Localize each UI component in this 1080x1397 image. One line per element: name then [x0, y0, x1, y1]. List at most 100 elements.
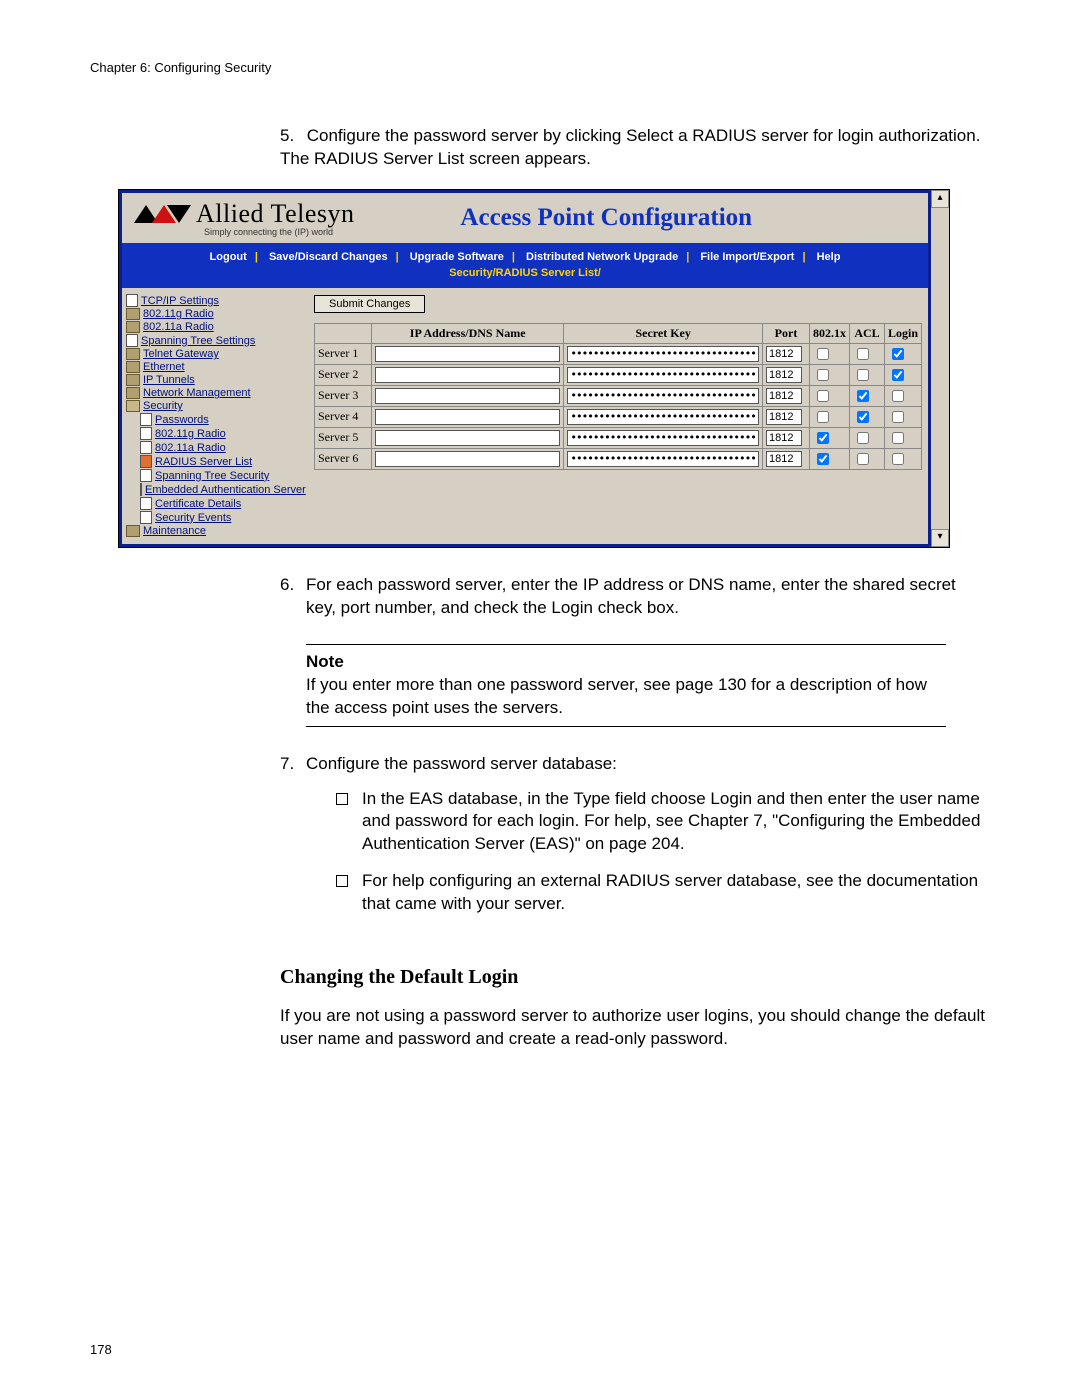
nav-link[interactable]: Passwords: [155, 414, 209, 426]
document-icon: [140, 413, 152, 426]
brand-tagline: Simply connecting the (IP) world: [204, 227, 355, 237]
menu-logout[interactable]: Logout: [206, 251, 251, 263]
login-checkbox[interactable]: [892, 432, 904, 444]
port-input[interactable]: [766, 388, 802, 404]
nav-item-tcp-ip-settings[interactable]: TCP/IP Settings: [126, 294, 304, 308]
acl-checkbox[interactable]: [857, 348, 869, 360]
th-ip: IP Address/DNS Name: [372, 323, 564, 343]
ip-input[interactable]: [375, 388, 560, 404]
port-input[interactable]: [766, 451, 802, 467]
ip-input[interactable]: [375, 430, 560, 446]
acl-checkbox[interactable]: [857, 432, 869, 444]
top-menu-bar: Logout| Save/Discard Changes| Upgrade So…: [122, 249, 928, 265]
folder-icon: [126, 361, 140, 373]
th-login: Login: [884, 323, 921, 343]
secret-key-input[interactable]: [567, 346, 759, 362]
document-icon: [140, 483, 142, 496]
port-input[interactable]: [766, 409, 802, 425]
nav-item-802-11g-radio[interactable]: 802.11g Radio: [126, 427, 304, 441]
nav-item-network-management[interactable]: Network Management: [126, 387, 304, 400]
nav-tree: TCP/IP Settings802.11g Radio802.11a Radi…: [122, 288, 308, 544]
nav-item-security-events[interactable]: Security Events: [126, 511, 304, 525]
x-checkbox[interactable]: [817, 432, 829, 444]
server-label: Server 2: [315, 364, 372, 385]
server-label: Server 1: [315, 343, 372, 364]
nav-item-802-11g-radio[interactable]: 802.11g Radio: [126, 308, 304, 321]
ip-input[interactable]: [375, 451, 560, 467]
nav-item-maintenance[interactable]: Maintenance: [126, 525, 304, 538]
scroll-down-button[interactable]: ▾: [931, 529, 949, 547]
nav-item-spanning-tree-settings[interactable]: Spanning Tree Settings: [126, 334, 304, 348]
secret-key-input[interactable]: [567, 388, 759, 404]
menu-help[interactable]: Help: [813, 251, 845, 263]
note-box: Note If you enter more than one password…: [306, 644, 946, 727]
nav-item-telnet-gateway[interactable]: Telnet Gateway: [126, 348, 304, 361]
nav-link[interactable]: Network Management: [143, 387, 251, 399]
nav-link[interactable]: Security: [143, 400, 183, 412]
nav-link[interactable]: TCP/IP Settings: [141, 295, 219, 307]
login-checkbox[interactable]: [892, 348, 904, 360]
acl-checkbox[interactable]: [857, 453, 869, 465]
step-7: 7. Configure the password server databas…: [280, 753, 990, 931]
nav-link[interactable]: Spanning Tree Settings: [141, 335, 255, 347]
nav-link[interactable]: Spanning Tree Security: [155, 470, 269, 482]
nav-link[interactable]: 802.11a Radio: [143, 321, 214, 333]
nav-link[interactable]: 802.11a Radio: [155, 442, 226, 454]
nav-item-802-11a-radio[interactable]: 802.11a Radio: [126, 441, 304, 455]
port-input[interactable]: [766, 346, 802, 362]
menu-file-import-export[interactable]: File Import/Export: [696, 251, 798, 263]
menu-save-discard[interactable]: Save/Discard Changes: [265, 251, 392, 263]
menu-upgrade-software[interactable]: Upgrade Software: [406, 251, 508, 263]
port-input[interactable]: [766, 430, 802, 446]
secret-key-input[interactable]: [567, 430, 759, 446]
acl-checkbox[interactable]: [857, 369, 869, 381]
scroll-up-button[interactable]: ▴: [931, 190, 949, 208]
x-checkbox[interactable]: [817, 390, 829, 402]
folder-icon: [126, 374, 140, 386]
nav-link[interactable]: Ethernet: [143, 361, 185, 373]
step-6: 6. For each password server, enter the I…: [280, 574, 990, 620]
nav-item-security[interactable]: Security: [126, 400, 304, 413]
document-icon: [140, 497, 152, 510]
x-checkbox[interactable]: [817, 411, 829, 423]
nav-item-certificate-details[interactable]: Certificate Details: [126, 497, 304, 511]
menu-dist-upgrade[interactable]: Distributed Network Upgrade: [522, 251, 682, 263]
acl-checkbox[interactable]: [857, 390, 869, 402]
nav-link[interactable]: IP Tunnels: [143, 374, 195, 386]
step-6-num: 6.: [280, 574, 306, 620]
login-checkbox[interactable]: [892, 369, 904, 381]
ip-input[interactable]: [375, 367, 560, 383]
app-title: Access Point Configuration: [355, 204, 918, 232]
nav-link[interactable]: Maintenance: [143, 525, 206, 537]
submit-changes-button[interactable]: Submit Changes: [314, 295, 425, 313]
nav-link[interactable]: Certificate Details: [155, 498, 241, 510]
secret-key-input[interactable]: [567, 451, 759, 467]
nav-item-passwords[interactable]: Passwords: [126, 413, 304, 427]
nav-link[interactable]: RADIUS Server List: [155, 456, 252, 468]
nav-link[interactable]: 802.11g Radio: [143, 308, 214, 320]
secret-key-input[interactable]: [567, 367, 759, 383]
login-checkbox[interactable]: [892, 411, 904, 423]
nav-link[interactable]: 802.11g Radio: [155, 428, 226, 440]
x-checkbox[interactable]: [817, 348, 829, 360]
port-input[interactable]: [766, 367, 802, 383]
nav-link[interactable]: Embedded Authentication Server: [145, 484, 306, 496]
nav-link[interactable]: Security Events: [155, 512, 231, 524]
nav-item-radius-server-list[interactable]: RADIUS Server List: [126, 455, 304, 469]
table-row: Server 4: [315, 406, 922, 427]
nav-item-ethernet[interactable]: Ethernet: [126, 361, 304, 374]
login-checkbox[interactable]: [892, 453, 904, 465]
document-icon: [140, 441, 152, 454]
x-checkbox[interactable]: [817, 369, 829, 381]
nav-link[interactable]: Telnet Gateway: [143, 348, 219, 360]
secret-key-input[interactable]: [567, 409, 759, 425]
nav-item-spanning-tree-security[interactable]: Spanning Tree Security: [126, 469, 304, 483]
nav-item-ip-tunnels[interactable]: IP Tunnels: [126, 374, 304, 387]
nav-item-embedded-authentication-server[interactable]: Embedded Authentication Server: [126, 483, 304, 497]
ip-input[interactable]: [375, 409, 560, 425]
acl-checkbox[interactable]: [857, 411, 869, 423]
login-checkbox[interactable]: [892, 390, 904, 402]
ip-input[interactable]: [375, 346, 560, 362]
x-checkbox[interactable]: [817, 453, 829, 465]
nav-item-802-11a-radio[interactable]: 802.11a Radio: [126, 321, 304, 334]
